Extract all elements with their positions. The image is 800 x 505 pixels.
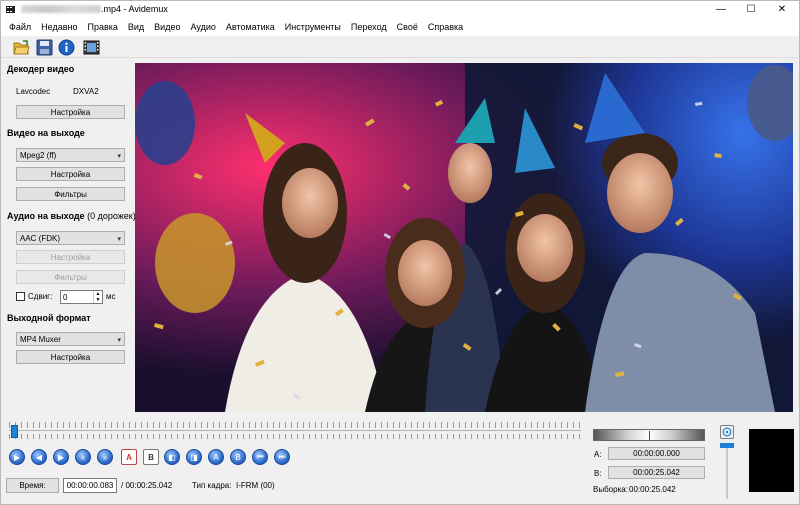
muxer-select[interactable]: MP4 Muxer ▾ (16, 332, 125, 346)
audio-codec-select[interactable]: AAC (FDK) ▾ (16, 231, 125, 245)
menu-view[interactable]: Вид (123, 22, 149, 32)
marker-b-label: B: (594, 469, 602, 478)
audio-track-count: (0 дорожек) (87, 211, 136, 221)
person-5-face (607, 153, 673, 233)
info-icon[interactable] (58, 39, 75, 56)
menu-custom[interactable]: Своё (392, 22, 423, 32)
chevron-down-icon: ▾ (117, 153, 121, 160)
audio-out-title-text: Аудио на выходе (7, 211, 85, 221)
timeline-ticks (9, 434, 581, 439)
film-icon[interactable] (83, 39, 100, 56)
volume-handle[interactable] (720, 443, 734, 448)
menu-video[interactable]: Видео (149, 22, 185, 32)
output-preview (749, 429, 794, 492)
volume-icon[interactable] (720, 425, 734, 439)
avidemux-app-icon (5, 4, 16, 15)
menu-tools[interactable]: Инструменты (280, 22, 346, 32)
blurred-filename (21, 5, 101, 13)
menu-auto[interactable]: Автоматика (221, 22, 280, 32)
person-2-face (398, 240, 452, 306)
menu-recent[interactable]: Недавно (36, 22, 82, 32)
jog-shuttle[interactable] (593, 429, 705, 441)
timeline-slider[interactable] (9, 422, 581, 440)
window-title: .mp4 - Avidemux (21, 4, 168, 14)
window-title-text: .mp4 - Avidemux (101, 4, 168, 14)
shift-unit: мс (106, 292, 116, 301)
video-codec-value: Mpeg2 (ff) (20, 150, 57, 160)
menu-help[interactable]: Справка (423, 22, 468, 32)
prev-keyframe-icon[interactable]: « (75, 449, 91, 465)
balloon-shape (135, 81, 195, 165)
forward-icon[interactable]: ▶ (53, 449, 69, 465)
open-icon[interactable] (13, 39, 30, 56)
toolbar (1, 36, 799, 58)
audio-filters-button[interactable]: Фильтры (16, 270, 125, 284)
time-button[interactable]: Время: (6, 478, 59, 493)
frame-type-value: I-FRM (00) (236, 481, 275, 490)
maximize-button[interactable]: ☐ (737, 1, 765, 18)
decoder-codec: Lavcodec (16, 87, 51, 96)
current-time-field[interactable]: 00:00:00.083 (63, 478, 117, 493)
shift-value: 0 (63, 292, 68, 302)
frame-type-label: Тип кадра: (192, 481, 232, 490)
timeline-handle[interactable] (11, 425, 18, 438)
app-window: .mp4 - Avidemux — ☐ ✕ Файл Недавно Правк… (0, 0, 800, 505)
minimize-button[interactable]: — (707, 1, 735, 18)
decoder-settings-button[interactable]: Настройка (16, 105, 125, 119)
title-bar: .mp4 - Avidemux — ☐ ✕ (1, 1, 799, 18)
total-time: / 00:00:25.042 (121, 481, 173, 490)
chevron-down-icon: ▾ (117, 236, 121, 243)
chevron-down-icon: ▾ (117, 337, 121, 344)
format-title: Выходной формат (7, 313, 91, 323)
audio-settings-button[interactable]: Настройка (16, 250, 125, 264)
decoder-title: Декодер видео (7, 64, 75, 74)
decoder-hw: DXVA2 (73, 87, 99, 96)
close-button[interactable]: ✕ (768, 1, 796, 18)
menu-edit[interactable]: Правка (82, 22, 122, 32)
play-icon[interactable]: ▶ (9, 449, 25, 465)
timeline-track (9, 430, 581, 431)
video-filters-button[interactable]: Фильтры (16, 187, 125, 201)
audio-out-title: Аудио на выходе (0 дорожек) (7, 211, 136, 221)
menu-bar: Файл Недавно Правка Вид Видео Аудио Авто… (1, 18, 799, 36)
menu-file[interactable]: Файл (4, 22, 36, 32)
settings-panel: Декодер видео Lavcodec DXVA2 Настройка В… (1, 59, 136, 414)
goto-marker-a-icon[interactable]: A (208, 449, 224, 465)
next-keyframe-icon[interactable]: » (97, 449, 113, 465)
jog-marker (649, 431, 650, 440)
video-codec-select[interactable]: Mpeg2 (ff) ▾ (16, 148, 125, 162)
person-3-face (448, 143, 492, 203)
set-marker-a-icon[interactable]: A (121, 449, 137, 465)
menu-go[interactable]: Переход (346, 22, 392, 32)
timeline-ticks (9, 422, 581, 428)
shift-label: Сдвиг: (28, 292, 53, 301)
muxer-value: MP4 Muxer (20, 334, 61, 344)
selection-value: 00:00:25.042 (629, 485, 676, 494)
person-1-face (282, 168, 338, 238)
video-preview (135, 63, 793, 412)
next-black-frame-icon[interactable]: ◨ (186, 449, 202, 465)
video-settings-button[interactable]: Настройка (16, 167, 125, 181)
selection-label: Выборка: (593, 485, 628, 494)
audio-codec-value: AAC (FDK) (20, 233, 60, 243)
goto-marker-b-icon[interactable]: B (230, 449, 246, 465)
spin-arrows-icon[interactable]: ▲ ▼ (93, 291, 102, 303)
last-frame-icon[interactable]: ⏭ (274, 449, 290, 465)
marker-b-field[interactable]: 00:00:25.042 (608, 466, 705, 479)
format-settings-button[interactable]: Настройка (16, 350, 125, 364)
marker-a-field[interactable]: 00:00:00.000 (608, 447, 705, 460)
set-marker-b-icon[interactable]: B (143, 449, 159, 465)
shift-checkbox[interactable] (16, 292, 25, 301)
balloon-shape (155, 213, 235, 313)
rewind-icon[interactable]: ◀ (31, 449, 47, 465)
first-frame-icon[interactable]: ⏮ (252, 449, 268, 465)
save-icon[interactable] (36, 39, 53, 56)
shift-spinbox[interactable]: 0 ▲ ▼ (60, 290, 103, 304)
video-out-title: Видео на выходе (7, 128, 85, 138)
prev-black-frame-icon[interactable]: ◧ (164, 449, 180, 465)
volume-slider[interactable] (726, 443, 728, 499)
marker-a-label: A: (594, 450, 602, 459)
person-4-face (517, 214, 573, 282)
menu-audio[interactable]: Аудио (185, 22, 220, 32)
